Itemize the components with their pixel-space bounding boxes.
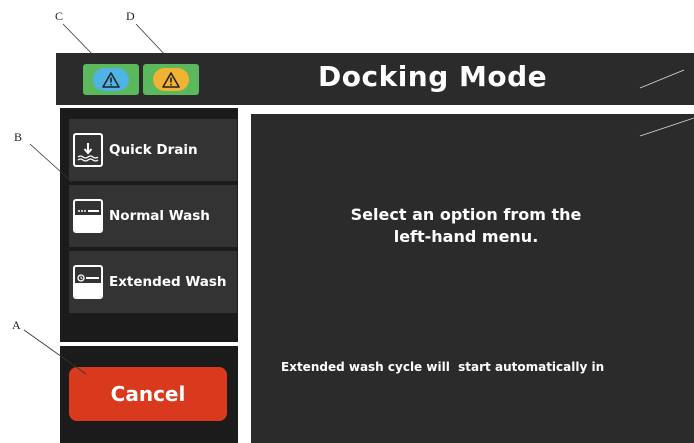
menu-item-extended-wash[interactable]: Extended Wash xyxy=(69,251,237,313)
instruction-line-2: left-hand menu. xyxy=(393,227,539,246)
warning-triangle-icon xyxy=(102,71,120,88)
sidebar-menu: Quick Drain Normal Wash Extended Wash xyxy=(60,108,238,342)
cancel-panel: Cancel xyxy=(60,346,238,443)
warning-pill-blue xyxy=(93,68,129,91)
instruction-line-1: Select an option from the xyxy=(350,205,582,224)
menu-item-quick-drain[interactable]: Quick Drain xyxy=(69,119,237,181)
extended-wash-icon xyxy=(73,265,103,299)
menu-label-quick-drain: Quick Drain xyxy=(109,142,198,158)
countdown-message: Extended wash cycle will start automatic… xyxy=(281,360,605,374)
cancel-button[interactable]: Cancel xyxy=(69,367,227,421)
instruction-text: Select an option from the left-hand menu… xyxy=(251,204,681,248)
warning-button-orange[interactable] xyxy=(143,64,199,95)
drain-icon xyxy=(73,133,103,167)
page-title: Docking Mode xyxy=(318,60,548,93)
menu-label-extended-wash: Extended Wash xyxy=(109,274,227,290)
warning-pill-orange xyxy=(153,68,189,91)
menu-label-normal-wash: Normal Wash xyxy=(109,208,210,224)
wash-icon xyxy=(73,199,103,233)
warning-button-blue[interactable] xyxy=(83,64,139,95)
callout-label-b: B xyxy=(14,130,23,144)
callout-label-a: A xyxy=(12,318,21,332)
warning-triangle-icon xyxy=(162,71,180,88)
header-bar: Docking Mode xyxy=(56,53,694,105)
callout-label-d: D xyxy=(126,9,135,23)
main-content-panel: Select an option from the left-hand menu… xyxy=(251,114,694,443)
menu-item-normal-wash[interactable]: Normal Wash xyxy=(69,185,237,247)
callout-label-c: C xyxy=(55,9,64,23)
